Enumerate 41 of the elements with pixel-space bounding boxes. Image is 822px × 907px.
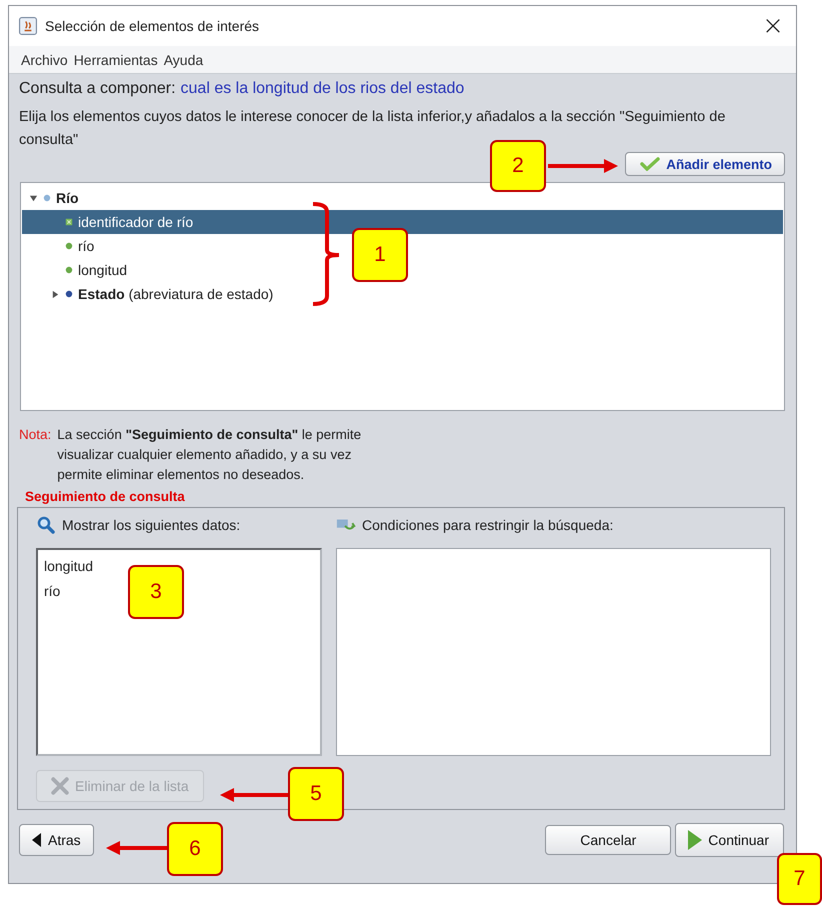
note-text: La sección "Seguimiento de consulta" le permite visualizar cualquier elemento añadido, y a su vez permite eliminar elementos no deseados.: [57, 426, 362, 484]
callout-number: 1: [352, 228, 408, 282]
search-icon: [36, 516, 56, 534]
menu-item[interactable]: Herramientas: [74, 52, 158, 68]
left-triangle-icon: [32, 833, 42, 847]
key-square-icon: [65, 218, 73, 226]
show-data-label: Mostrar los siguientes datos:: [62, 517, 240, 533]
callout-number: 5: [288, 767, 344, 821]
window-title: Selección de elementos de interés: [45, 18, 260, 34]
annotation-arrow: [220, 788, 288, 802]
callout-number: 6: [167, 822, 223, 876]
query-text: cual es la longitud de los rios del estado: [180, 80, 464, 98]
annotation-arrow: [548, 159, 618, 173]
tree-item[interactable]: identificador de río: [48, 210, 194, 234]
callout-number: 2: [490, 140, 546, 192]
back-button[interactable]: Atras: [19, 824, 94, 856]
close-button[interactable]: ×: [750, 6, 796, 46]
list-item[interactable]: río: [44, 579, 60, 604]
list-item[interactable]: longitud: [44, 554, 94, 579]
java-app-icon: [19, 17, 37, 35]
play-triangle-icon: [688, 830, 702, 850]
add-element-button[interactable]: Añadir elemento: [625, 152, 785, 176]
tree-item[interactable]: Estado (abreviatura de estado): [48, 282, 274, 306]
callout-number: 3: [128, 565, 184, 619]
continue-button[interactable]: Continuar: [675, 823, 784, 857]
tree-item[interactable]: longitud: [48, 258, 128, 282]
cancel-button[interactable]: Cancelar: [545, 825, 672, 855]
x-icon: [51, 777, 69, 795]
callout-number: 7: [777, 853, 822, 905]
menu-item[interactable]: Ayuda: [164, 52, 204, 68]
tree-item[interactable]: río: [48, 234, 94, 258]
section-title: Seguimiento de consulta: [24, 489, 186, 505]
conditions-label: Condiciones para restringir la búsqueda:: [362, 517, 614, 533]
note-label: Nota:: [19, 426, 52, 444]
annotation-arrow: [106, 841, 167, 855]
checkmark-icon: [640, 157, 660, 171]
tree-item[interactable]: Río: [26, 186, 79, 210]
query-label: Consulta a componer:: [19, 80, 176, 98]
menu-item[interactable]: Archivo: [21, 52, 68, 68]
collapsed-arrow-icon[interactable]: [50, 290, 60, 298]
expanded-arrow-icon[interactable]: [28, 194, 38, 202]
